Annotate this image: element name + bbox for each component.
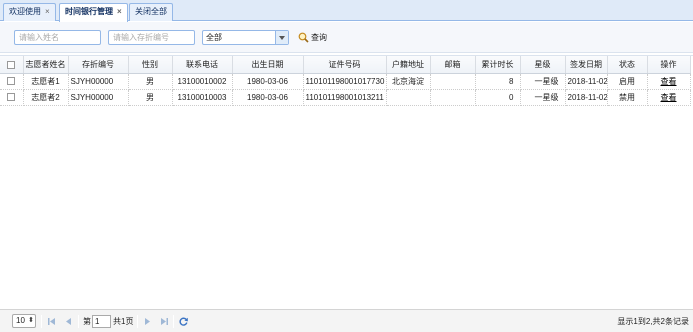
tab-label: 时间银行管理 (65, 7, 113, 16)
row-select-cell[interactable] (0, 73, 24, 90)
column-header[interactable]: 出生日期 (232, 56, 304, 74)
pager-divider (78, 315, 79, 328)
data-grid: 志愿者姓名 存折编号 性别 联系电话 出生日期 证件号码 户籍地址 邮箱 累计时… (0, 55, 693, 309)
birth-date-cell: 1980-03-06 (232, 89, 304, 106)
pager-divider (137, 315, 138, 328)
row-checkbox[interactable] (7, 93, 16, 102)
id-number-cell: 110101198001013211 (303, 89, 387, 106)
pager-divider (173, 315, 174, 328)
address-cell (386, 89, 431, 106)
last-page-icon[interactable] (159, 316, 170, 327)
action-cell: 查看 (647, 73, 691, 90)
select-all-checkbox[interactable] (7, 60, 16, 69)
column-header[interactable]: 状态 (607, 56, 648, 74)
passbook-number-cell: SJYH00000 (68, 73, 129, 90)
close-icon[interactable]: × (117, 7, 122, 16)
id-number-cell: 110101198001017730 (303, 73, 387, 90)
tab-bar: 欢迎使用 × 时间银行管理 × 关闭全部 (0, 0, 693, 22)
status-select-value: 全部 (206, 33, 222, 42)
column-header[interactable]: 联系电话 (172, 56, 233, 74)
tab-label: 关闭全部 (135, 7, 167, 16)
column-header[interactable]: 累计时长 (475, 56, 521, 74)
column-header[interactable]: 存折编号 (68, 56, 129, 74)
pagination-bar: 10 第 1 共1页 显示1到2,共2条记录 (0, 309, 693, 332)
tab-welcome[interactable]: 欢迎使用 × (3, 3, 56, 21)
status-select[interactable]: 全部 (202, 30, 289, 45)
gender-cell: 男 (128, 89, 173, 106)
volunteer-table: 志愿者姓名 存折编号 性别 联系电话 出生日期 证件号码 户籍地址 邮箱 累计时… (0, 56, 691, 106)
column-header[interactable]: 星级 (520, 56, 566, 74)
volunteer-name-cell: 志愿者1 (23, 73, 69, 90)
first-page-icon[interactable] (46, 316, 57, 327)
action-cell: 查看 (647, 89, 691, 106)
record-summary: 显示1到2,共2条记录 (617, 317, 689, 326)
gender-cell: 男 (128, 73, 173, 90)
issue-date-cell: 2018-11-02 (565, 73, 608, 90)
birth-date-cell: 1980-03-06 (232, 73, 304, 90)
status-cell: 禁用 (607, 89, 648, 106)
search-toolbar: 请输入姓名 请输入存折编号 全部 查询 (0, 22, 693, 53)
total-hours-cell: 0 (475, 89, 521, 106)
passbook-number-input[interactable]: 请输入存折编号 (108, 30, 195, 45)
previous-page-icon[interactable] (63, 316, 74, 327)
column-header[interactable]: 签发日期 (565, 56, 608, 74)
row-checkbox[interactable] (7, 77, 16, 86)
search-icon (298, 32, 309, 43)
volunteer-name-cell: 志愿者2 (23, 89, 69, 106)
page-number-input[interactable]: 1 (92, 315, 111, 328)
tab-label: 欢迎使用 (9, 7, 41, 16)
close-icon[interactable]: × (45, 7, 50, 16)
refresh-icon[interactable] (178, 316, 189, 327)
view-link[interactable]: 查看 (661, 77, 677, 86)
phone-cell: 13100010002 (172, 73, 233, 90)
phone-cell: 13100010003 (172, 89, 233, 106)
pager-divider (41, 315, 42, 328)
status-cell: 启用 (607, 73, 648, 90)
column-header[interactable]: 性别 (128, 56, 173, 74)
tab-time-bank-management[interactable]: 时间银行管理 × (59, 3, 128, 22)
email-cell (430, 73, 476, 90)
address-cell: 北京海淀 (386, 73, 431, 90)
column-header[interactable]: 操作 (647, 56, 691, 74)
passbook-number-cell: SJYH00000 (68, 89, 129, 106)
row-select-cell[interactable] (0, 89, 24, 106)
next-page-icon[interactable] (142, 316, 153, 327)
search-button-label: 查询 (311, 33, 327, 42)
page-size-select[interactable]: 10 (12, 314, 36, 328)
total-hours-cell: 8 (475, 73, 521, 90)
star-level-cell: 一星级 (520, 73, 566, 90)
table-header-row: 志愿者姓名 存折编号 性别 联系电话 出生日期 证件号码 户籍地址 邮箱 累计时… (0, 56, 691, 74)
chevron-down-icon[interactable] (275, 31, 288, 44)
column-header[interactable]: 户籍地址 (386, 56, 431, 74)
page-prefix-label: 第 (83, 317, 91, 326)
name-input[interactable]: 请输入姓名 (14, 30, 101, 45)
tab-close-all[interactable]: 关闭全部 (129, 3, 173, 21)
issue-date-cell: 2018-11-02 (565, 89, 608, 106)
email-cell (430, 89, 476, 106)
column-header[interactable]: 邮箱 (430, 56, 476, 74)
select-all-cell[interactable] (0, 56, 24, 74)
search-button[interactable]: 查询 (298, 30, 327, 45)
total-pages-label: 共1页 (113, 317, 134, 326)
view-link[interactable]: 查看 (661, 93, 677, 102)
column-header[interactable]: 志愿者姓名 (23, 56, 69, 74)
table-row[interactable]: 志愿者1 SJYH00000 男 13100010002 1980-03-06 … (0, 73, 691, 90)
star-level-cell: 一星级 (520, 89, 566, 106)
column-header[interactable]: 证件号码 (303, 56, 387, 74)
table-row[interactable]: 志愿者2 SJYH00000 男 13100010003 1980-03-06 … (0, 89, 691, 106)
